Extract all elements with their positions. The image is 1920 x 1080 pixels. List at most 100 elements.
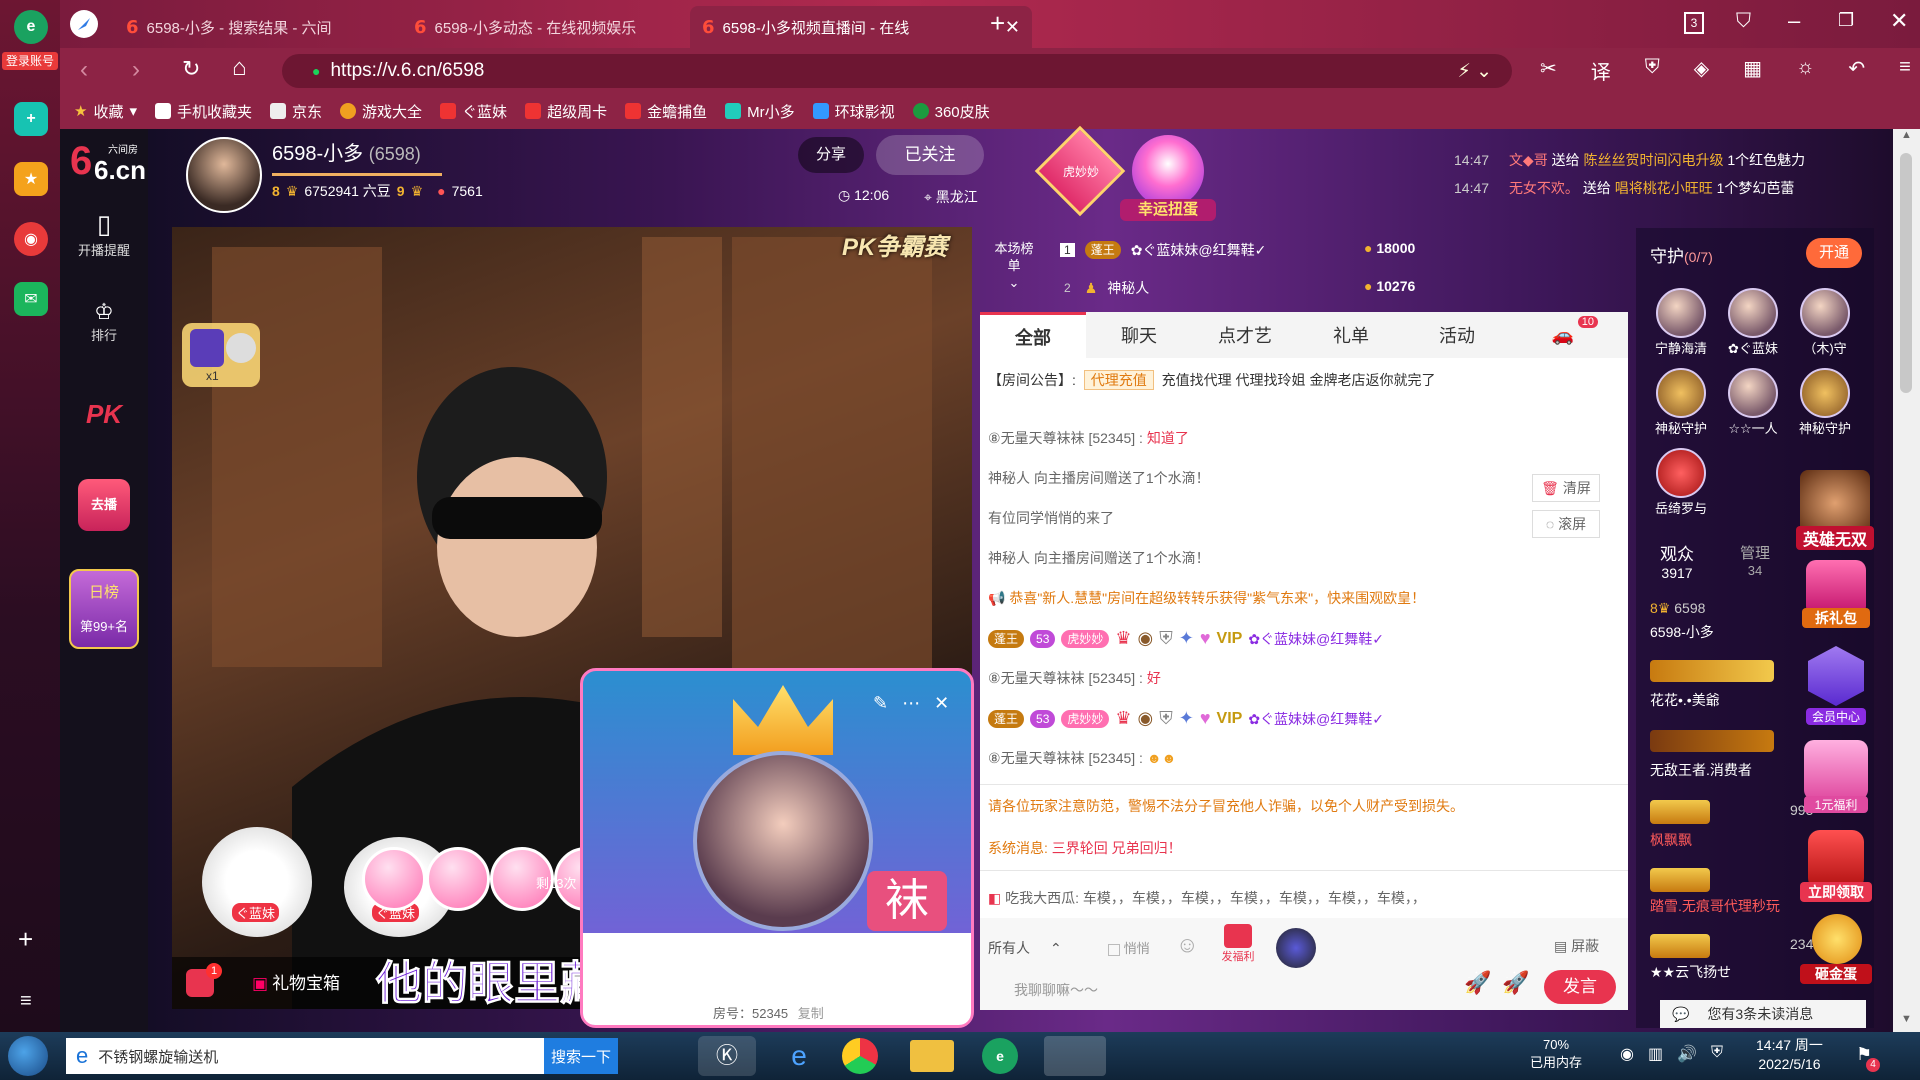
grid-icon[interactable]: ▦ [1743, 56, 1762, 85]
volume-icon[interactable]: 🔊 [1677, 1044, 1697, 1064]
weibo-icon[interactable]: ◉ [14, 222, 48, 256]
undo-icon[interactable]: ↶ [1848, 56, 1865, 85]
rocket-icon[interactable]: 🚀 [1464, 970, 1491, 996]
host-avatar[interactable] [186, 137, 262, 213]
notice-tag[interactable]: 代理充值 [1083, 370, 1154, 390]
fuli-button[interactable]: 发福利 [1216, 924, 1260, 970]
chat-user[interactable]: 无量天尊袜袜 [52345] [1001, 750, 1136, 766]
scroll-down-icon[interactable]: ▼ [1901, 1013, 1912, 1025]
nav-pk[interactable]: PK [60, 399, 148, 430]
tab-gift-list[interactable]: 礼单 [1298, 312, 1404, 358]
tab-audience[interactable]: 观众 3917 [1660, 540, 1694, 581]
gift-box-button[interactable]: ▣ 礼物宝箱 [252, 969, 340, 994]
bookmark-item[interactable]: 手机收藏夹 [155, 101, 252, 122]
share-button[interactable]: 分享 [798, 137, 864, 173]
scissors-icon[interactable]: ✂ [1540, 56, 1557, 85]
guard-avatar[interactable] [1800, 288, 1850, 338]
page-scrollbar[interactable]: ▲ ▼ [1893, 129, 1920, 1032]
audience-name[interactable]: 6598-小多 [1650, 622, 1714, 642]
folder-icon[interactable] [910, 1040, 954, 1072]
start-button[interactable] [8, 1036, 48, 1076]
tray-360-icon[interactable]: ◉ [1620, 1044, 1634, 1064]
tab-dynamics[interactable]: 6 6598-小多动态 - 在线视频娱乐 [402, 6, 688, 48]
tab-all[interactable]: 全部 [980, 312, 1086, 358]
close-tab-icon[interactable]: ✕ [1005, 17, 1020, 38]
mail-icon[interactable]: ✉ [14, 282, 48, 316]
chat-user[interactable]: 无量天尊袜袜 [52345] [1001, 670, 1136, 686]
audience-row[interactable]: 8♛ 6598 [1650, 600, 1705, 617]
tab-admin[interactable]: 管理 34 [1740, 542, 1770, 578]
clear-screen-button[interactable]: 🗑 清屏 [1532, 474, 1600, 502]
tab-search-results[interactable]: 6 6598-小多 - 搜索结果 - 六间 [114, 6, 400, 48]
tab-activity[interactable]: 活动 [1404, 312, 1510, 358]
bookmark-item[interactable]: ★ 收藏 ▾ [74, 101, 137, 122]
shield-tray-icon[interactable]: ⛨ [1711, 1044, 1723, 1064]
send-button[interactable]: 发言 [1544, 970, 1616, 1004]
ranking-row[interactable]: 1 蓬王 ✿ぐ蓝妹妹@红舞鞋✓ [1060, 240, 1266, 260]
guard-avatar[interactable] [1728, 368, 1778, 418]
shield-badge[interactable]: x1 [182, 323, 260, 387]
copy-button[interactable]: 复制 [798, 1006, 824, 1021]
tab-live-room[interactable]: 6 6598-小多视频直播间 - 在线 ✕ [690, 6, 1032, 48]
guard-avatar[interactable] [1800, 368, 1850, 418]
search-button[interactable]: 搜索一下 [544, 1038, 618, 1074]
golden-egg-icon[interactable] [1812, 914, 1862, 964]
bookmark-item[interactable]: 超级周卡 [525, 101, 607, 122]
bookmark-item[interactable]: 360皮肤 [912, 101, 990, 122]
bookmark-item[interactable]: 金蟾捕鱼 [625, 101, 707, 122]
minimize-icon[interactable]: – [1788, 8, 1800, 34]
clock[interactable]: 14:47 周一 2022/5/16 [1756, 1036, 1823, 1074]
more-icon[interactable]: ⋯ [902, 693, 920, 714]
close-icon[interactable]: ✕ [934, 693, 949, 714]
guard-avatar[interactable] [1728, 288, 1778, 338]
tab-count-icon[interactable]: 3 [1684, 12, 1704, 34]
tab-car[interactable]: 🚗 10 [1510, 312, 1616, 358]
star-app-icon[interactable]: ★ [14, 162, 48, 196]
url-input[interactable]: ● https://v.6.cn/6598 ⚡ ⌄ [282, 54, 1512, 88]
broadcast-user[interactable]: 吃我大西瓜 [1005, 890, 1075, 906]
popup-avatar[interactable] [693, 751, 873, 931]
magic-wand-icon[interactable]: ✎ [873, 693, 888, 714]
checkbox[interactable] [1108, 943, 1120, 956]
bookmark-item[interactable]: ぐ蓝妹 [440, 101, 507, 122]
orb-icon[interactable] [1276, 928, 1316, 968]
plus-app-icon[interactable]: + [14, 102, 48, 136]
network-icon[interactable]: ▥ [1648, 1044, 1663, 1064]
nav-live-alert[interactable]: ▯ 开播提醒 [60, 209, 148, 259]
chat-user[interactable]: 无量天尊袜袜 [52345] [1001, 430, 1136, 446]
nav-go-live[interactable]: 去播 [60, 479, 148, 531]
menu-icon[interactable]: ≡ [1899, 56, 1911, 85]
memory-indicator[interactable]: 70% 已用内存 [1530, 1036, 1582, 1072]
bookmark-item[interactable]: 游戏大全 [340, 101, 422, 122]
browser-360-icon[interactable]: e [982, 1038, 1018, 1074]
maximize-icon[interactable]: ❐ [1838, 10, 1854, 31]
audience-name[interactable]: 花花•.•美爺 [1650, 690, 1720, 710]
scroll-screen-button[interactable]: ◌ 滚屏 [1532, 510, 1600, 538]
guard-open-button[interactable]: 开通 [1806, 238, 1862, 268]
refresh-icon[interactable]: ↻ [182, 56, 200, 82]
compass-icon[interactable] [70, 10, 98, 38]
scroll-up-icon[interactable]: ▲ [1901, 129, 1912, 141]
red-envelope-icon[interactable] [1808, 830, 1864, 890]
site-logo[interactable]: 6 6.cn 六间房 [66, 139, 146, 189]
ie-taskbar-icon[interactable]: e [770, 1036, 828, 1076]
add-icon[interactable]: + [18, 924, 33, 955]
chat-user[interactable]: ✿ぐ蓝妹妹@红舞鞋✓ [1248, 709, 1384, 729]
audience-name[interactable]: 无敌王者.消费者 [1650, 760, 1752, 780]
bookmark-item[interactable]: 京东 [270, 101, 322, 122]
brightness-icon[interactable]: ☼ [1796, 56, 1814, 85]
bookmark-item[interactable]: Mr小多 [725, 101, 795, 122]
nav-rank[interactable]: ♔ 排行 [60, 299, 148, 344]
rocket-red-icon[interactable]: 🚀 [1502, 970, 1529, 996]
back-icon[interactable]: ‹ [80, 56, 88, 84]
k-app-icon[interactable]: Ⓚ [698, 1036, 756, 1076]
translate-icon[interactable]: 译 [1591, 56, 1611, 85]
nav-daily-rank[interactable]: 日榜 第99+名 [60, 569, 148, 649]
audience-name[interactable]: 踏雪.无痕哥代理秒玩 [1650, 896, 1780, 916]
menu-list-icon[interactable]: ≡ [20, 990, 32, 1013]
recipient-select[interactable]: 所有人 ⌃ [988, 932, 1096, 964]
pk-event-label[interactable]: PK争霸赛 [842, 227, 947, 262]
chrome-icon[interactable] [842, 1038, 878, 1074]
audience-name[interactable]: ★★云飞扬せ [1650, 962, 1731, 982]
shield-toggle[interactable]: ▤ 屏蔽 [1554, 936, 1599, 956]
